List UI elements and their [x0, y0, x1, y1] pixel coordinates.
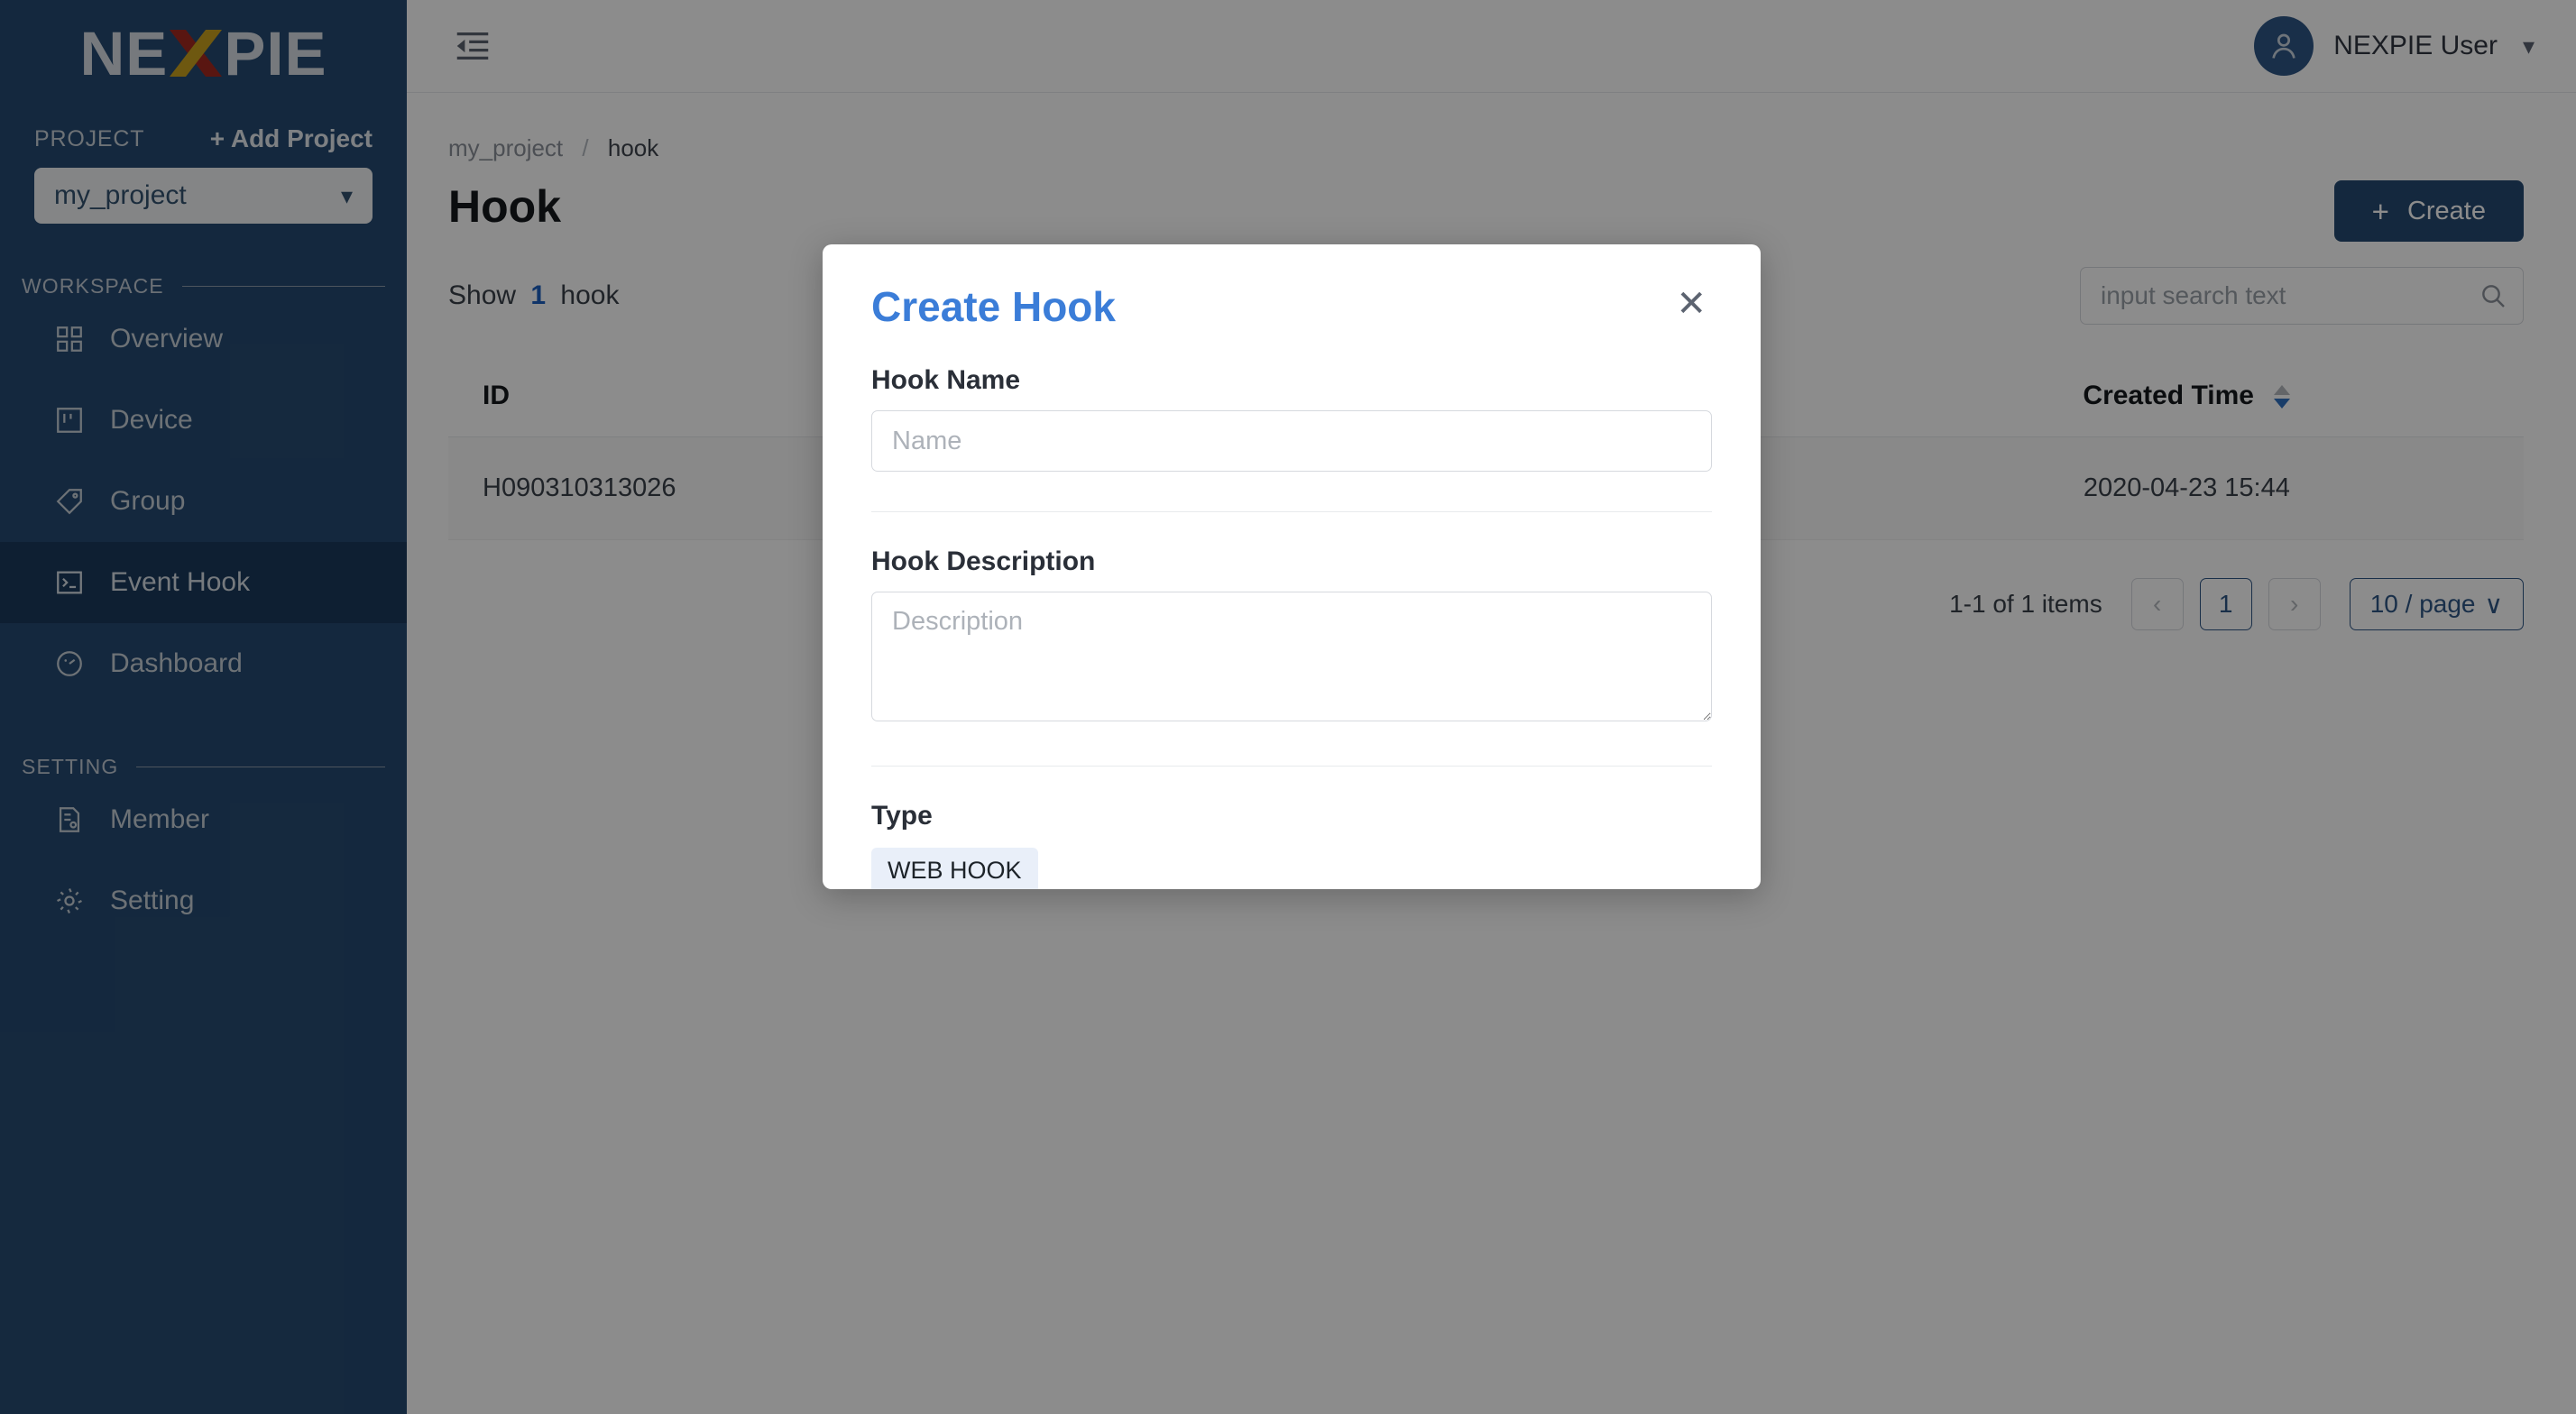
- app-root: NE PIE PROJECT + Add Project my_project …: [0, 0, 2576, 1414]
- modal-header: Create Hook ✕: [823, 244, 1761, 331]
- divider: [871, 766, 1712, 767]
- type-label: Type: [871, 801, 933, 831]
- modal-title: Create Hook: [871, 283, 1116, 330]
- hook-name-label: Hook Name: [871, 365, 1021, 395]
- hook-description-label: Hook Description: [871, 546, 1096, 576]
- divider: [871, 511, 1712, 512]
- modal-body: Hook Name Hook Description Type WEB HOOK…: [823, 331, 1761, 889]
- create-hook-modal: Create Hook ✕ Hook Name Hook Description…: [823, 244, 1761, 889]
- hook-name-input[interactable]: [871, 410, 1712, 472]
- type-chip-web-hook[interactable]: WEB HOOK: [871, 848, 1038, 889]
- hook-description-input[interactable]: [871, 592, 1712, 721]
- close-icon[interactable]: ✕: [1670, 282, 1712, 326]
